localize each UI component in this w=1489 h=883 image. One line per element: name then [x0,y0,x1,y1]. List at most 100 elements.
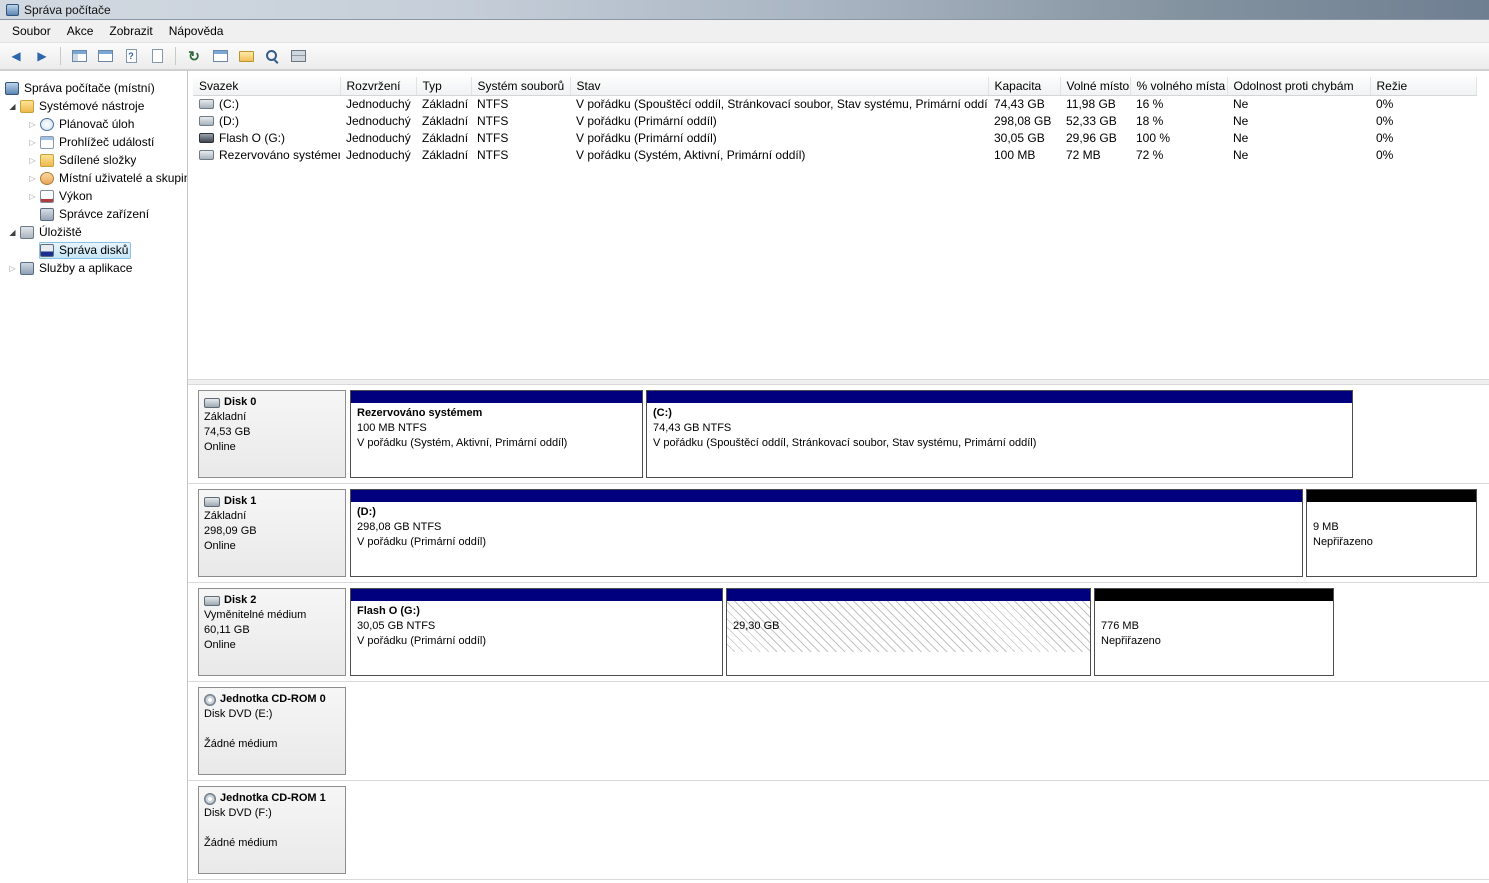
partition-c[interactable]: (C:) 74,43 GB NTFS V pořádku (Spouštěcí … [646,390,1353,478]
expander-collapsed-icon[interactable] [26,174,39,183]
volume-overhead: 0% [1376,131,1393,145]
expander-expanded-icon[interactable] [6,102,19,111]
volume-free-space: 52,33 GB [1066,114,1117,128]
disk-management-button[interactable] [286,45,310,67]
sidebar-item-uloziste[interactable]: Úložiště [0,223,187,241]
disk0-label[interactable]: Disk 0 Základní 74,53 GB Online [198,390,346,478]
column-header-svazek[interactable]: Svazek [193,77,340,96]
disk-name: Disk 2 [224,593,256,608]
free-space-29gb[interactable]: 29,30 GB [726,588,1091,676]
performance-icon [40,190,54,203]
volume-type: Základní [422,114,468,128]
column-header-rezie[interactable]: Režie [1370,77,1476,96]
forward-button[interactable] [30,45,54,67]
sidebar-item-sdilene-slozky[interactable]: Sdílené složky [0,151,187,169]
column-header-rozvrzeni[interactable]: Rozvržení [340,77,416,96]
show-console-tree-button[interactable] [67,45,91,67]
expander-collapsed-icon[interactable] [26,138,39,147]
volume-overhead: 0% [1376,148,1393,162]
sidebar-item-prohlizec-udalosti[interactable]: Prohlížeč událostí [0,133,187,151]
volume-row-c[interactable]: (C:) Jednoduchý Základní NTFS V pořádku … [193,96,1476,113]
column-header-system-souboru[interactable]: Systém souborů [471,77,570,96]
expander-collapsed-icon[interactable] [6,264,19,273]
toolbar-separator [60,47,61,65]
volume-status: V pořádku (Primární oddíl) [576,114,717,128]
hard-disk-icon [204,497,220,507]
help-document-button[interactable] [119,45,143,67]
expander-collapsed-icon[interactable] [26,120,39,129]
column-header-odolnost[interactable]: Odolnost proti chybám [1227,77,1370,96]
menu-zobrazit[interactable]: Zobrazit [101,22,160,40]
column-header-pct-volneho-mista[interactable]: % volného místa [1130,77,1227,96]
expander-collapsed-icon[interactable] [26,192,39,201]
forward-arrow-icon [37,49,46,63]
menu-akce[interactable]: Akce [59,22,102,40]
computer-management-app-icon [6,4,19,16]
sidebar-item-systemove-nastroje[interactable]: Systémové nástroje [0,97,187,115]
properties-window-icon [213,50,228,62]
disk-row-2: Disk 2 Vyměnitelné médium 60,11 GB Onlin… [188,583,1489,682]
volume-layout: Jednoduchý [346,131,411,145]
volume-layout: Jednoduchý [346,114,411,128]
disk-row-0: Disk 0 Základní 74,53 GB Online Rezervov… [188,385,1489,484]
column-header-volne-misto[interactable]: Volné místo [1060,77,1130,96]
cdrom1-label[interactable]: Jednotka CD-ROM 1 Disk DVD (F:) Žádné mé… [198,786,346,874]
volume-free-space: 29,96 GB [1066,131,1117,145]
properties-button[interactable] [208,45,232,67]
refresh-icon [188,48,200,65]
unallocated-776mb[interactable]: 776 MB Nepřiřazeno [1094,588,1334,676]
column-header-kapacita[interactable]: Kapacita [988,77,1060,96]
volume-free-space: 72 MB [1066,148,1101,162]
volume-layout: Jednoduchý [346,148,411,162]
refresh-button[interactable] [182,45,206,67]
disk-graphical-pane: Disk 0 Základní 74,53 GB Online Rezervov… [188,385,1489,883]
titlebar[interactable]: Správa počítače [0,0,1489,20]
expander-collapsed-icon[interactable] [26,156,39,165]
cdrom0-label[interactable]: Jednotka CD-ROM 0 Disk DVD (E:) Žádné mé… [198,687,346,775]
partition-flash-g[interactable]: Flash O (G:) 30,05 GB NTFS V pořádku (Pr… [350,588,723,676]
sidebar-item-vykon[interactable]: Výkon [0,187,187,205]
disk-name: Disk 0 [224,395,256,410]
back-button[interactable] [4,45,28,67]
disk-type: Základní [204,509,340,524]
console-properties-button[interactable] [145,45,169,67]
sidebar-item-sluzby-a-aplikace[interactable]: Služby a aplikace [0,259,187,277]
disk-status: Žádné médium [204,836,340,851]
disk0-partitions: Rezervováno systémem 100 MB NTFS V pořád… [350,390,1479,483]
unallocated-9mb[interactable]: 9 MB Nepřiřazeno [1306,489,1477,577]
volume-name: Rezervováno systémem [219,148,340,162]
volume-fault-tolerance: Ne [1233,114,1248,128]
volume-row-flash-g[interactable]: Flash O (G:) Jednoduchý Základní NTFS V … [193,130,1476,147]
expander-expanded-icon[interactable] [6,228,19,237]
removable-volume-icon [199,133,214,143]
menu-soubor[interactable]: Soubor [4,22,59,40]
services-applications-icon [20,262,34,275]
console-tree-sidebar: Správa počítače (místní) Systémové nástr… [0,71,188,883]
sidebar-item-mistni-uzivatele[interactable]: Místní uživatelé a skupiny [0,169,187,187]
disk2-label[interactable]: Disk 2 Vyměnitelné médium 60,11 GB Onlin… [198,588,346,676]
volume-list-pane: Svazek Rozvržení Typ Systém souborů Stav… [188,71,1489,379]
console-window-button[interactable] [93,45,117,67]
sidebar-item-spravce-zarizeni[interactable]: Správce zařízení [0,205,187,223]
disk1-label[interactable]: Disk 1 Základní 298,09 GB Online [198,489,346,577]
primary-partition-bar [647,391,1352,403]
volume-row-rezervovano[interactable]: Rezervováno systémem Jednoduchý Základní… [193,147,1476,164]
sidebar-item-sprava-disku[interactable]: Správa disků [0,241,187,259]
volume-row-d[interactable]: (D:) Jednoduchý Základní NTFS V pořádku … [193,113,1476,130]
volume-layout: Jednoduchý [346,97,411,111]
unallocated-bar [1307,490,1476,502]
volume-capacity: 74,43 GB [994,97,1045,111]
system-tools-icon [20,100,34,113]
sidebar-item-sprava-pocitace[interactable]: Správa počítače (místní) [0,79,187,97]
partition-rezervovano-systemem[interactable]: Rezervováno systémem 100 MB NTFS V pořád… [350,390,643,478]
menu-napoveda[interactable]: Nápověda [161,22,232,40]
volume-fault-tolerance: Ne [1233,131,1248,145]
column-header-typ[interactable]: Typ [416,77,471,96]
sidebar-item-planovac-uloh[interactable]: Plánovač úloh [0,115,187,133]
column-header-stav[interactable]: Stav [570,77,988,96]
volume-capacity: 30,05 GB [994,131,1045,145]
question-mark-document-icon [126,49,137,63]
open-folder-button[interactable] [234,45,258,67]
partition-d[interactable]: (D:) 298,08 GB NTFS V pořádku (Primární … [350,489,1303,577]
search-button[interactable] [260,45,284,67]
